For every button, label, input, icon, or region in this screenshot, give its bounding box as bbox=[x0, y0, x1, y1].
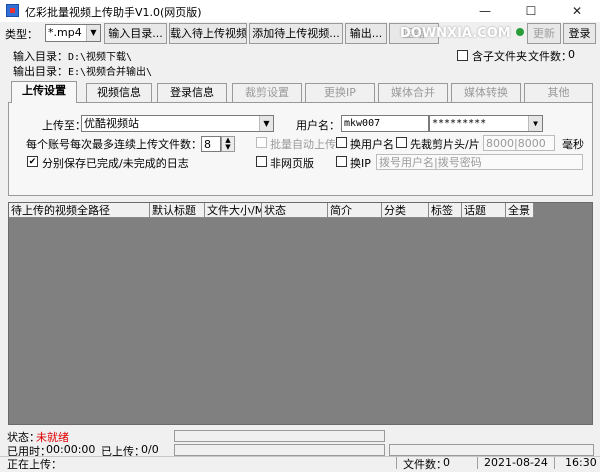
status-time: 16:30 bbox=[565, 456, 597, 469]
tab-login-info[interactable]: 登录信息 bbox=[157, 83, 227, 102]
tab-crop-settings[interactable]: 裁剪设置 bbox=[232, 83, 302, 102]
max-files-field[interactable]: 8 bbox=[201, 136, 221, 152]
input-dir-button[interactable]: 输入目录... bbox=[104, 23, 167, 44]
output-button[interactable]: 输出... bbox=[345, 23, 387, 44]
progress-bar-total bbox=[174, 430, 385, 442]
column-header[interactable]: 待上传的视频全路径 bbox=[9, 203, 150, 218]
switch-user-checkbox[interactable] bbox=[336, 137, 347, 148]
upload-site-value: 优酷视频站 bbox=[84, 117, 139, 130]
cut-head-tail-label: 先裁剪片头/片 bbox=[410, 138, 480, 151]
add-videos-button[interactable]: 添加待上传视频... bbox=[249, 23, 343, 44]
cut-head-tail-checkbox[interactable] bbox=[396, 137, 407, 148]
maximize-button[interactable]: ☐ bbox=[508, 0, 554, 22]
non-web-label: 非网页版 bbox=[270, 157, 314, 170]
max-files-stepper[interactable]: ▲ ▼ bbox=[221, 136, 235, 152]
tab-upload-settings[interactable]: 上传设置 bbox=[11, 81, 77, 103]
status-dot-icon bbox=[516, 28, 524, 36]
tab-media-merge[interactable]: 媒体合并 bbox=[378, 83, 448, 102]
password-select[interactable]: ********* ▼ bbox=[429, 115, 543, 132]
status-divider bbox=[477, 457, 478, 469]
uploading-label: 正在上传： bbox=[7, 458, 62, 471]
watermark-logo: DOWNXIA.COM bbox=[400, 26, 511, 41]
tab-change-ip[interactable]: 更换IP bbox=[305, 83, 375, 102]
refresh-button[interactable]: 更新 bbox=[527, 23, 561, 44]
app-icon bbox=[6, 4, 19, 17]
output-dir-value: E:\视频合并输出\ bbox=[68, 67, 153, 78]
column-header[interactable]: 默认标题 bbox=[150, 203, 205, 218]
batch-auto-checkbox[interactable] bbox=[256, 137, 267, 148]
password-value: ********* bbox=[432, 118, 487, 129]
load-videos-button[interactable]: 载入待上传视频 bbox=[169, 23, 247, 44]
uploaded-value: 0/0 bbox=[141, 443, 159, 456]
username-label: 用户名： bbox=[296, 119, 340, 132]
subfolder-label: 含子文件夹 bbox=[472, 50, 527, 63]
max-files-label: 每个账号每次最多连续上传文件数： bbox=[26, 138, 202, 151]
login-button[interactable]: 登录 bbox=[563, 23, 596, 44]
column-header[interactable]: 标签 bbox=[429, 203, 462, 218]
column-header[interactable]: 简介 bbox=[328, 203, 382, 218]
non-web-checkbox[interactable] bbox=[256, 156, 267, 167]
switch-ip-label: 换IP bbox=[350, 157, 371, 170]
type-label: 类型： bbox=[5, 28, 38, 41]
ms-label: 毫秒 bbox=[562, 138, 584, 151]
type-select-value: *.mp4 bbox=[48, 26, 82, 39]
window-title: 亿彩批量视频上传助手V1.0(网页版) bbox=[25, 6, 202, 19]
upload-to-label: 上传至： bbox=[42, 119, 86, 132]
chevron-down-icon[interactable]: ▼ bbox=[528, 116, 542, 131]
username-field[interactable]: mkw007 bbox=[341, 115, 429, 132]
file-count-value: 0 bbox=[568, 48, 575, 61]
save-log-label: 分别保存已完成/未完成的日志 bbox=[42, 157, 189, 170]
tab-media-convert[interactable]: 媒体转换 bbox=[451, 83, 521, 102]
status-divider bbox=[554, 457, 555, 469]
batch-auto-label: 批量自动上传 bbox=[270, 138, 336, 151]
chevron-down-icon[interactable]: ▼ bbox=[86, 25, 100, 41]
elapsed-value: 00:00:00 bbox=[46, 443, 96, 456]
column-header[interactable]: 文件大小/M bbox=[205, 203, 262, 218]
status-divider bbox=[396, 457, 397, 469]
minimize-button[interactable]: — bbox=[462, 0, 508, 22]
input-dir-label: 输入目录： bbox=[13, 50, 68, 63]
bottom-file-count-label: 文件数： bbox=[403, 458, 447, 471]
status-date: 2021-08-24 bbox=[484, 456, 548, 469]
subfolder-checkbox[interactable] bbox=[457, 50, 468, 61]
video-table[interactable]: 待上传的视频全路径 默认标题 文件大小/M 状态 简介 分类 标签 话题 全景 bbox=[8, 202, 593, 425]
column-header[interactable]: 全景 bbox=[506, 203, 534, 218]
column-header[interactable]: 状态 bbox=[262, 203, 328, 218]
switch-ip-checkbox[interactable] bbox=[336, 156, 347, 167]
chevron-down-icon[interactable]: ▼ bbox=[259, 116, 273, 131]
progress-bar-file bbox=[389, 444, 594, 456]
tab-video-info[interactable]: 视频信息 bbox=[86, 83, 152, 102]
dial-credentials-field[interactable]: 拨号用户名|拨号密码 bbox=[376, 154, 583, 170]
tab-other[interactable]: 其他 bbox=[524, 83, 593, 102]
cut-duration-field[interactable]: 8000|8000 bbox=[483, 135, 555, 151]
column-header[interactable]: 话题 bbox=[462, 203, 506, 218]
switch-user-label: 换用户名 bbox=[350, 138, 394, 151]
output-dir-label: 输出目录： bbox=[13, 65, 68, 78]
bottom-file-count-value: 0 bbox=[443, 456, 450, 469]
close-button[interactable]: ✕ bbox=[554, 0, 600, 22]
progress-bar-current bbox=[174, 444, 385, 456]
input-dir-value: D:\视频下载\ bbox=[68, 52, 133, 63]
upload-site-select[interactable]: 优酷视频站 ▼ bbox=[81, 115, 274, 132]
save-log-checkbox[interactable]: ✔ bbox=[27, 156, 38, 167]
column-header[interactable]: 分类 bbox=[382, 203, 429, 218]
file-count-label: 文件数： bbox=[528, 50, 572, 63]
type-select[interactable]: *.mp4 ▼ bbox=[45, 24, 101, 42]
